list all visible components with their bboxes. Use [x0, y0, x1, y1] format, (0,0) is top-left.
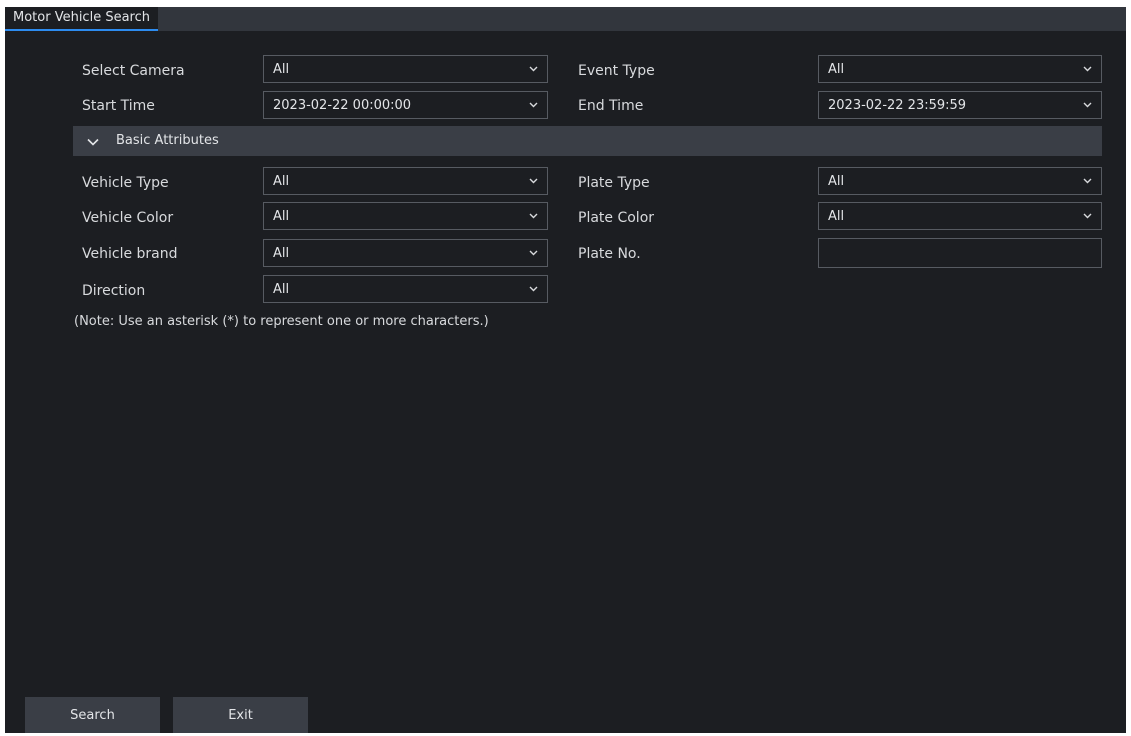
chevron-down-icon: [529, 178, 538, 184]
plate-color-dropdown[interactable]: All: [818, 202, 1102, 230]
chevron-down-icon: [529, 286, 538, 292]
direction-value: All: [273, 282, 290, 297]
chevron-down-icon: [1083, 102, 1092, 108]
start-time-picker[interactable]: 2023-02-22 00:00:00: [263, 91, 548, 119]
event-type-label: Event Type: [578, 63, 655, 79]
vehicle-brand-label: Vehicle brand: [82, 246, 178, 262]
plate-color-value: All: [828, 209, 845, 224]
motor-vehicle-search-window: Motor Vehicle Search Select Camera All E…: [5, 7, 1126, 733]
select-camera-label: Select Camera: [82, 63, 185, 79]
vehicle-type-dropdown[interactable]: All: [263, 167, 548, 195]
chevron-down-icon: [529, 102, 538, 108]
select-camera-value: All: [273, 62, 290, 77]
direction-label: Direction: [82, 283, 146, 299]
vehicle-color-label: Vehicle Color: [82, 210, 174, 226]
end-time-value: 2023-02-22 23:59:59: [828, 98, 967, 113]
start-time-value: 2023-02-22 00:00:00: [273, 98, 412, 113]
basic-attributes-title: Basic Attributes: [116, 133, 219, 148]
search-button[interactable]: Search: [25, 697, 160, 733]
chevron-down-icon: [529, 66, 538, 72]
vehicle-brand-dropdown[interactable]: All: [263, 239, 548, 267]
end-time-label: End Time: [578, 98, 644, 114]
basic-attributes-toggle[interactable]: Basic Attributes: [73, 126, 1102, 156]
end-time-picker[interactable]: 2023-02-22 23:59:59: [818, 91, 1102, 119]
start-time-label: Start Time: [82, 98, 155, 114]
chevron-down-icon: [529, 250, 538, 256]
tab-motor-vehicle-search[interactable]: Motor Vehicle Search: [5, 7, 158, 31]
event-type-dropdown[interactable]: All: [818, 55, 1102, 83]
vehicle-type-value: All: [273, 174, 290, 189]
wildcard-note: (Note: Use an asterisk (*) to represent …: [74, 314, 489, 329]
direction-dropdown[interactable]: All: [263, 275, 548, 303]
plate-type-dropdown[interactable]: All: [818, 167, 1102, 195]
plate-color-label: Plate Color: [578, 210, 655, 226]
title-bar: Motor Vehicle Search: [5, 7, 1126, 31]
vehicle-type-label: Vehicle Type: [82, 175, 169, 191]
chevron-down-icon: [1083, 178, 1092, 184]
vehicle-color-dropdown[interactable]: All: [263, 202, 548, 230]
plate-type-value: All: [828, 174, 845, 189]
plate-no-input[interactable]: [818, 238, 1102, 268]
select-camera-dropdown[interactable]: All: [263, 55, 548, 83]
plate-type-label: Plate Type: [578, 175, 650, 191]
exit-button[interactable]: Exit: [173, 697, 308, 733]
chevron-down-icon: [1083, 213, 1092, 219]
chevron-down-icon: [529, 213, 538, 219]
vehicle-color-value: All: [273, 209, 290, 224]
vehicle-brand-value: All: [273, 246, 290, 261]
chevron-down-icon: [1083, 66, 1092, 72]
event-type-value: All: [828, 62, 845, 77]
chevron-down-icon: [87, 138, 99, 146]
plate-no-label: Plate No.: [578, 246, 641, 262]
